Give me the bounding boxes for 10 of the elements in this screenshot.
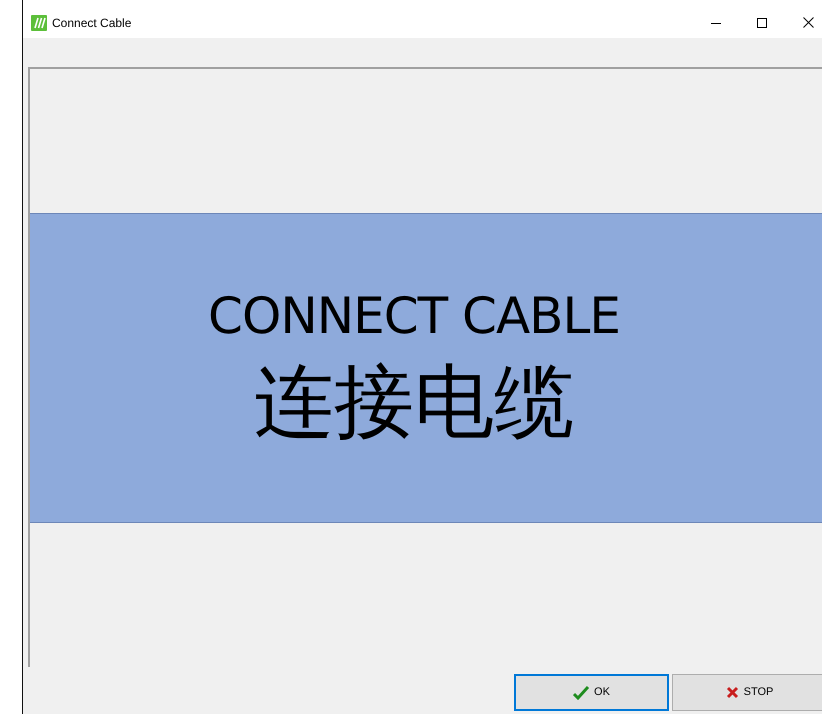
ok-button[interactable]: OK xyxy=(514,674,669,711)
stop-button[interactable]: STOP xyxy=(672,674,822,711)
window-title: Connect Cable xyxy=(52,14,132,32)
maximize-icon[interactable] xyxy=(757,18,767,28)
message-title: CONNECT CABLE xyxy=(208,286,620,346)
close-icon[interactable] xyxy=(803,17,814,28)
cross-icon xyxy=(726,686,739,699)
message-subtitle: 连接电缆 xyxy=(254,356,574,448)
app-logo-icon xyxy=(31,14,47,30)
checkmark-icon xyxy=(573,686,590,700)
